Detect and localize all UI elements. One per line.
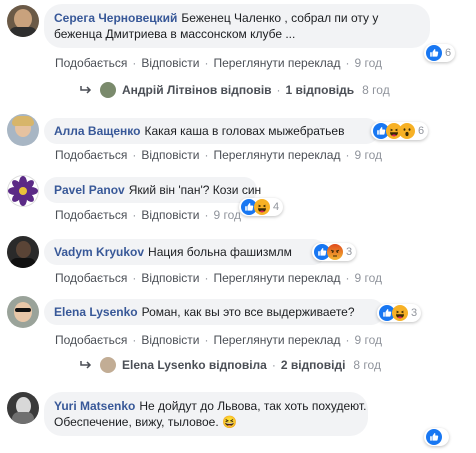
translate-link[interactable]: Переглянути переклад (213, 56, 340, 70)
comment-bubble: Серега Черновецкий Беженец Чаленко , собр… (44, 4, 430, 48)
reaction-count: 6 (445, 47, 452, 59)
reply-author: Elena Lysenko відповіла (122, 358, 267, 372)
comment-time[interactable]: 9 год (354, 56, 382, 70)
like-link[interactable]: Подобається (55, 148, 127, 162)
comment-time[interactable]: 9 год (354, 271, 382, 285)
reactions-summary[interactable]: 6 (371, 122, 429, 140)
reply-link[interactable]: Відповісти (141, 56, 199, 70)
like-link[interactable]: Подобається (55, 271, 127, 285)
comment-text: Беженец Чаленко , собрал пи оту у (181, 11, 379, 25)
comment-time[interactable]: 9 год (354, 148, 382, 162)
reactions-summary[interactable]: 4 (239, 198, 284, 216)
translate-link[interactable]: Переглянути переклад (213, 148, 340, 162)
reply-arrow-icon (80, 86, 92, 94)
comment-actions: Подобається · Відповісти · Переглянути перек… (55, 271, 382, 285)
comment-author[interactable]: Pavel Panov (54, 183, 125, 197)
comment-text: Какая каша в головах мыжебратьев (144, 124, 345, 138)
like-reaction-icon (426, 45, 442, 61)
translate-link[interactable]: Переглянути переклад (213, 333, 340, 347)
separator: · (132, 56, 137, 70)
separator: · (204, 148, 209, 162)
avatar[interactable] (7, 114, 39, 146)
comment-text: Не дойдут до Львова, так хоть похудеют. (139, 399, 367, 413)
reaction-count: 4 (273, 201, 280, 213)
comment-author[interactable]: Yuri Matsenko (54, 399, 135, 413)
avatar (100, 357, 116, 373)
replies-link[interactable]: Elena Lysenko відповіла · 2 відповіді 8 год (80, 357, 381, 373)
reply-author: Андрій Літвінов відповів (122, 83, 272, 97)
separator: · (345, 148, 350, 162)
reactions-summary[interactable]: 3 (312, 243, 357, 261)
separator: · (204, 56, 209, 70)
avatar[interactable] (7, 5, 39, 37)
comment-time[interactable]: 9 год (213, 208, 241, 222)
reply-link[interactable]: Відповісти (141, 148, 199, 162)
avatar[interactable] (7, 296, 39, 328)
separator: · (345, 56, 350, 70)
like-link[interactable]: Подобається (55, 56, 127, 70)
separator: · (132, 333, 137, 347)
separator: · (204, 271, 209, 285)
avatar[interactable] (7, 392, 39, 424)
avatar[interactable] (7, 175, 39, 207)
comment-bubble: Elena Lysenko Роман, как вы это все выдер… (44, 299, 384, 325)
comment-text-line2: беженца Дмитриева в массонском клубе ... (54, 27, 296, 41)
comment-actions: Подобається · Відповісти · Переглянути перек… (55, 148, 382, 162)
like-reaction-icon (426, 429, 442, 445)
haha-reaction-icon (254, 199, 270, 215)
comment-author[interactable]: Elena Lysenko (54, 305, 138, 319)
separator: · (132, 148, 137, 162)
reaction-count: 3 (411, 307, 418, 319)
reply-arrow-icon (80, 361, 92, 369)
comment-bubble: Yuri Matsenko Не дойдут до Львова, так хо… (44, 392, 368, 436)
reply-time: 8 год (353, 358, 381, 372)
replies-link[interactable]: Андрій Літвінов відповів · 1 відповідь 8 го… (80, 82, 390, 98)
reply-time: 8 год (362, 83, 390, 97)
comment-author[interactable]: Vadym Kryukov (54, 245, 144, 259)
comment-actions: Подобається · Відповісти · 9 год (55, 208, 241, 222)
reply-link[interactable]: Відповісти (141, 208, 199, 222)
comment-text: Роман, как вы это все выдерживаете? (141, 305, 355, 319)
reaction-count: 3 (346, 246, 353, 258)
comment-bubble: Vadym Kryukov Нация больна фашизмлм (44, 239, 326, 265)
like-link[interactable]: Подобається (55, 208, 127, 222)
reaction-count: 6 (418, 125, 425, 137)
separator: · (132, 208, 137, 222)
comment-bubble: Алла Ващенко Какая каша в головах мыжебра… (44, 118, 379, 144)
comment-actions: Подобається · Відповісти · Переглянути перек… (55, 56, 382, 70)
separator: · (271, 358, 276, 372)
like-link[interactable]: Подобається (55, 333, 127, 347)
wow-reaction-icon (399, 123, 415, 139)
avatar[interactable] (7, 236, 39, 268)
separator: · (204, 333, 209, 347)
reactions-summary[interactable]: 3 (377, 304, 422, 322)
reply-count: 2 відповіді (280, 358, 346, 372)
separator: · (345, 333, 350, 347)
flower-icon (8, 176, 38, 206)
reactions-summary[interactable] (424, 428, 449, 446)
reactions-summary[interactable]: 6 (424, 44, 456, 62)
comment-text: Який він 'пан'? Кози син (128, 183, 262, 197)
comment-time[interactable]: 9 год (354, 333, 382, 347)
comment-bubble: Pavel Panov Який він 'пан'? Кози син (44, 177, 261, 203)
comment-text: Нация больна фашизмлм (148, 245, 292, 259)
separator: · (204, 208, 209, 222)
comment-text-line2: Обеспечение, вижу, тыловое. 😆 (54, 415, 237, 429)
comment-author[interactable]: Серега Черновецкий (54, 11, 177, 25)
comment-author[interactable]: Алла Ващенко (54, 124, 140, 138)
reply-link[interactable]: Відповісти (141, 333, 199, 347)
translate-link[interactable]: Переглянути переклад (213, 271, 340, 285)
avatar (100, 82, 116, 98)
reply-link[interactable]: Відповісти (141, 271, 199, 285)
separator: · (345, 271, 350, 285)
angry-reaction-icon (327, 244, 343, 260)
comment-actions: Подобається · Відповісти · Переглянути перек… (55, 333, 382, 347)
separator: · (276, 83, 281, 97)
reply-count: 1 відповідь (285, 83, 355, 97)
haha-reaction-icon (392, 305, 408, 321)
separator: · (132, 271, 137, 285)
